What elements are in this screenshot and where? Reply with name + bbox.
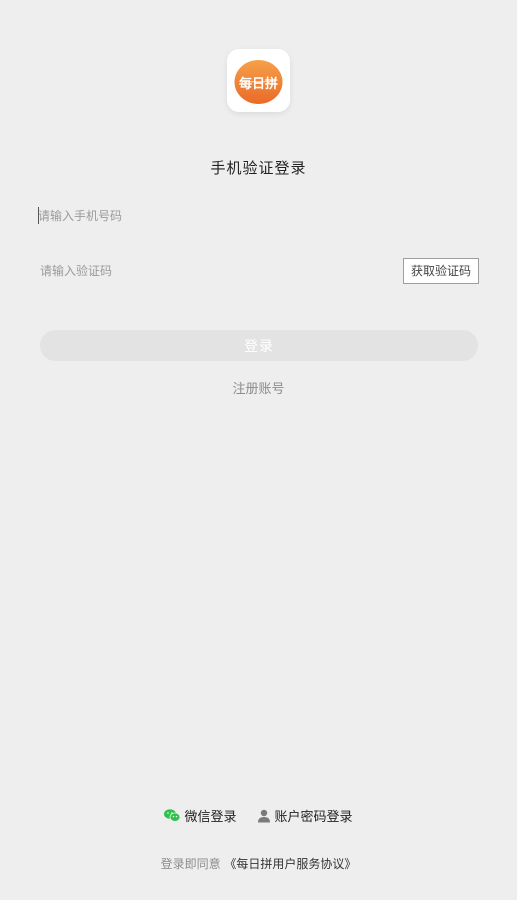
account-login-label: 账户密码登录: [274, 810, 353, 825]
register-link[interactable]: 注册账号: [0, 378, 517, 397]
phone-input[interactable]: [38, 205, 398, 227]
wechat-login-button[interactable]: 微信登录: [164, 806, 237, 825]
agreement-prefix: 登录即同意: [160, 857, 221, 871]
app-logo: 每日拼: [227, 49, 290, 112]
logo-text: 每日拼: [238, 77, 278, 92]
get-code-button[interactable]: 获取验证码: [403, 258, 479, 284]
text-cursor: [38, 207, 39, 224]
page-title: 手机验证登录: [210, 159, 307, 177]
user-icon: [257, 809, 270, 822]
account-password-login-button[interactable]: 账户密码登录: [257, 806, 353, 825]
agreement-text: 登录即同意 《每日拼用户服务协议》: [0, 855, 517, 872]
wechat-login-label: 微信登录: [184, 810, 237, 825]
service-agreement-link[interactable]: 《每日拼用户服务协议》: [224, 857, 356, 871]
wechat-icon: [164, 809, 181, 822]
verification-code-input[interactable]: [40, 260, 400, 282]
login-button[interactable]: 登录: [40, 330, 478, 361]
alt-login-options: 微信登录 账户密码登录: [0, 806, 517, 825]
